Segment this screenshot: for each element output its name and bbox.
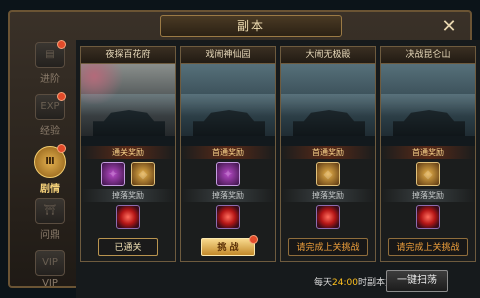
dungeon-panel: 夜探百花府 通关奖励 ✦ ◆ 掉落奖励 已通关 戏闹神仙园 首通奖励 ✦ 掉落奖…: [76, 40, 480, 298]
sidebar-item-label: 问鼎: [40, 230, 60, 241]
window-title: 副本: [160, 15, 342, 37]
drop-orb-icon[interactable]: [216, 205, 240, 229]
sidebar-item-advance[interactable]: ▤ 进阶: [28, 40, 72, 88]
card-title: 夜探百花府: [81, 47, 175, 64]
reward-label: 首通奖励: [281, 146, 375, 159]
scene-image: [381, 64, 475, 146]
notification-dot: [249, 235, 258, 244]
reward-label: 首通奖励: [381, 146, 475, 159]
sidebar-item-story[interactable]: Ⅲ 剧情: [28, 144, 72, 195]
reward-label: 通关奖励: [81, 146, 175, 159]
sidebar-item-label: 剧情: [40, 184, 60, 195]
dungeon-card: 决战昆仑山 首通奖励 ◆ 掉落奖励 请完成上关挑战: [380, 46, 476, 262]
drop-orb-icon[interactable]: [316, 205, 340, 229]
card-title: 大闹无极殿: [281, 47, 375, 64]
reset-prefix: 每天: [314, 278, 333, 288]
dungeon-window: 副本 ✕ ▤ 进阶 EXP 经验 Ⅲ 剧情 ⛩ 问鼎 VIP VIP 夜探百花府: [8, 10, 480, 298]
one-click-sweep-button[interactable]: 一键扫荡: [386, 270, 448, 292]
dungeon-card: 大闹无极殿 首通奖励 ◆ 掉落奖励 请完成上关挑战: [280, 46, 376, 262]
sidebar-item-tower[interactable]: ⛩ 问鼎: [28, 196, 72, 244]
sidebar-item-label: 进阶: [40, 74, 60, 85]
dungeon-card: 夜探百花府 通关奖励 ✦ ◆ 掉落奖励 已通关: [80, 46, 176, 262]
drop-label: 掉落奖励: [81, 189, 175, 202]
drop-label: 掉落奖励: [381, 189, 475, 202]
sidebar-item-exp[interactable]: EXP 经验: [28, 92, 72, 140]
close-icon[interactable]: ✕: [440, 18, 458, 36]
scene-image: [81, 64, 175, 146]
scene-image: [181, 64, 275, 146]
sidebar-item-label: VIP: [42, 278, 58, 289]
reward-item-icon[interactable]: ✦: [216, 162, 240, 186]
dungeon-card: 戏闹神仙园 首通奖励 ✦ 掉落奖励 挑 战: [180, 46, 276, 262]
drop-orb-icon[interactable]: [116, 205, 140, 229]
challenge-button-label: 挑 战: [217, 243, 239, 253]
reward-item-icon[interactable]: ◆: [131, 162, 155, 186]
reward-item-icon[interactable]: ◆: [316, 162, 340, 186]
challenge-button[interactable]: 挑 战: [201, 235, 258, 256]
scene-image: [281, 64, 375, 146]
tower-icon: ⛩: [35, 198, 65, 224]
locked-button[interactable]: 请完成上关挑战: [288, 238, 368, 256]
sidebar-item-vip[interactable]: VIP VIP: [28, 248, 72, 296]
drop-label: 掉落奖励: [181, 189, 275, 202]
notification-dot: [57, 40, 66, 49]
reward-item-icon[interactable]: ◆: [416, 162, 440, 186]
locked-button[interactable]: 请完成上关挑战: [388, 238, 468, 256]
notification-dot: [57, 92, 66, 101]
reward-label: 首通奖励: [181, 146, 275, 159]
card-title: 戏闹神仙园: [181, 47, 275, 64]
sidebar: ▤ 进阶 EXP 经验 Ⅲ 剧情 ⛩ 问鼎 VIP VIP: [24, 40, 72, 298]
notification-dot: [57, 144, 66, 153]
drop-label: 掉落奖励: [281, 189, 375, 202]
vip-icon: VIP: [35, 250, 65, 276]
reset-time: 24:00: [332, 278, 358, 288]
card-title: 决战昆仑山: [381, 47, 475, 64]
cleared-button[interactable]: 已通关: [98, 238, 158, 256]
drop-orb-icon[interactable]: [416, 205, 440, 229]
reward-item-icon[interactable]: ✦: [101, 162, 125, 186]
sidebar-item-label: 经验: [40, 126, 60, 137]
